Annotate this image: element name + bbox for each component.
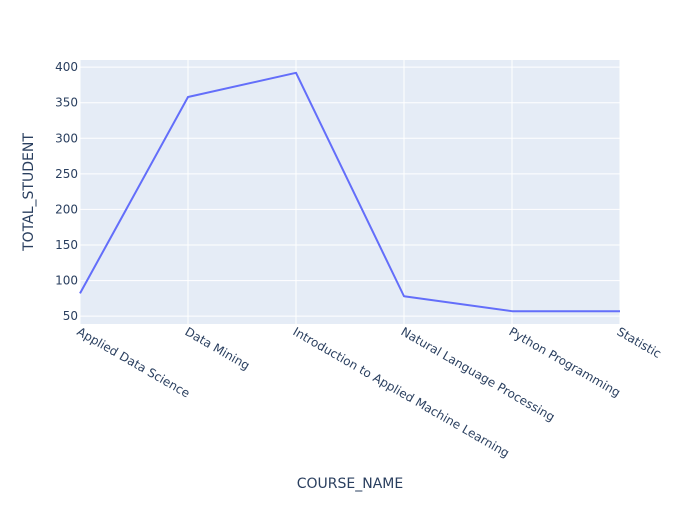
x-tick-label: Data Mining xyxy=(183,324,253,372)
y-tick-label: 250 xyxy=(55,167,78,181)
y-tick-label: 300 xyxy=(55,131,78,145)
y-tick-label: 150 xyxy=(55,238,78,252)
y-tick-label: 200 xyxy=(55,202,78,216)
x-tick-labels: Applied Data ScienceData Mining Introduct… xyxy=(75,324,664,460)
y-axis-title: TOTAL_STUDENT xyxy=(21,133,37,252)
x-tick-label: Applied Data Science xyxy=(75,324,193,400)
y-tick-label: 100 xyxy=(55,274,78,288)
x-tick-label: Python Programming xyxy=(507,324,623,399)
y-tick-labels: 50 100 150 200 250 300 350 400 xyxy=(55,60,78,323)
x-tick-label: Statistic xyxy=(615,324,664,360)
x-axis-title: COURSE_NAME xyxy=(297,476,403,492)
y-tick-label: 350 xyxy=(55,96,78,110)
y-tick-label: 400 xyxy=(55,60,78,74)
plot-background xyxy=(80,60,620,324)
x-tick-label: Introduction to Applied Machine Learning xyxy=(291,324,512,460)
line-chart: 50 100 150 200 250 300 350 400 Applied Data Sci… xyxy=(0,0,700,500)
y-tick-label: 50 xyxy=(63,309,78,323)
chart-svg: 50 100 150 200 250 300 350 400 Applied Data Sci… xyxy=(21,60,664,492)
